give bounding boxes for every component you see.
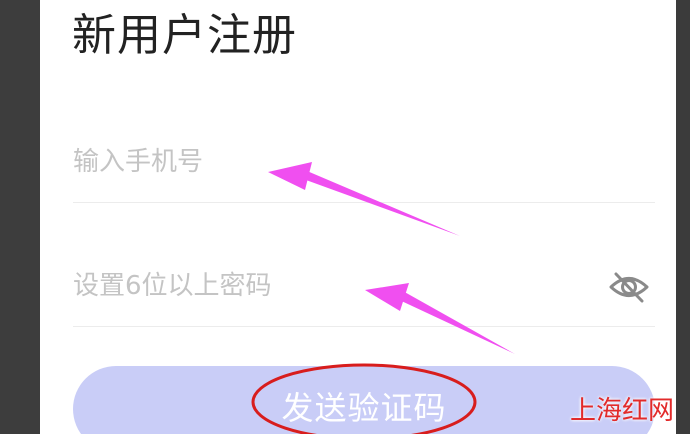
send-code-button[interactable]: 发送验证码: [73, 366, 655, 434]
page-title: 新用户注册: [72, 10, 297, 61]
background-left-edge: [0, 0, 40, 434]
register-panel: 新用户注册 发送验证码: [40, 0, 676, 434]
watermark-logo: 上海红网: [569, 396, 674, 426]
password-field: [73, 252, 655, 327]
phone-field: [73, 128, 655, 203]
eye-off-icon[interactable]: [607, 268, 651, 306]
send-code-label: 发送验证码: [281, 389, 447, 427]
phone-input[interactable]: [73, 142, 593, 182]
background-right-edge: [676, 0, 690, 434]
password-input[interactable]: [73, 266, 593, 306]
